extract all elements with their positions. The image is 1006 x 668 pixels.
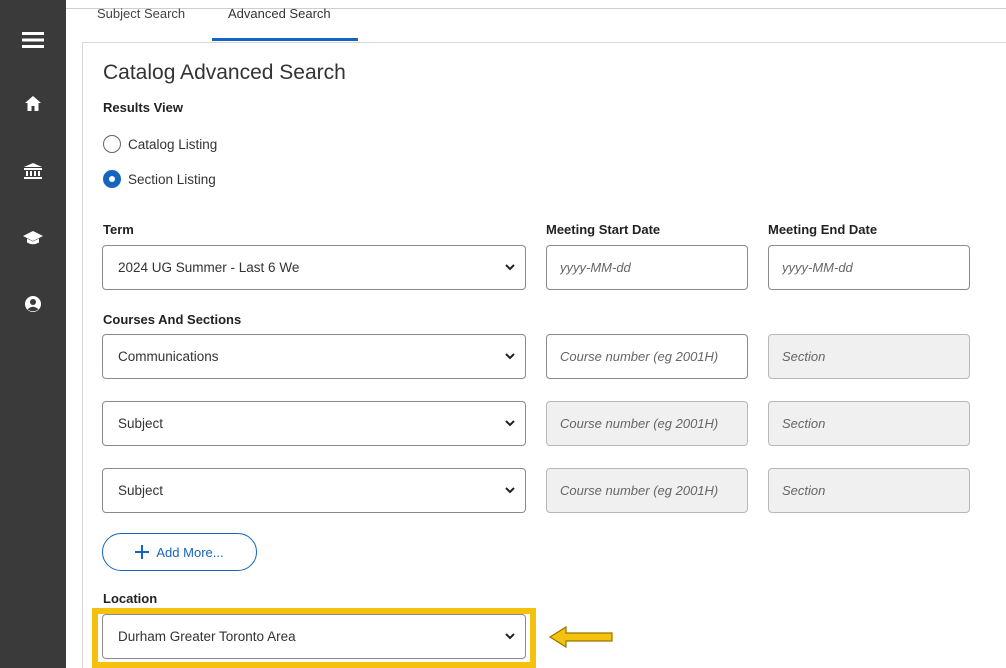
home-icon: [25, 96, 41, 111]
term-select[interactable]: 2024 UG Summer - Last 6 We: [102, 245, 526, 290]
section-listing-radio[interactable]: Section Listing: [103, 170, 216, 188]
subject-select-2[interactable]: Subject: [102, 401, 526, 446]
add-more-label: Add More...: [156, 544, 224, 560]
institution-icon: [24, 163, 42, 179]
meeting-start-label: Meeting Start Date: [546, 222, 661, 237]
graduation-cap-icon: [23, 231, 43, 245]
subject-select-1[interactable]: Communications: [102, 334, 526, 379]
term-value: 2024 UG Summer - Last 6 We: [118, 260, 300, 275]
plus-icon: [135, 545, 150, 559]
left-arrow-icon: [548, 625, 613, 649]
subject-select-3[interactable]: Subject: [102, 468, 526, 513]
meeting-start-date-input[interactable]: [546, 245, 748, 290]
subject-value: Subject: [118, 416, 164, 431]
chevron-down-icon: [505, 487, 515, 494]
section-input-1: [768, 334, 970, 379]
results-view-label: Results View: [103, 100, 183, 115]
course-number-input-3: [546, 468, 748, 513]
section-input-2: [768, 401, 970, 446]
meeting-end-label: Meeting End Date: [768, 222, 878, 237]
menu-button[interactable]: [0, 18, 66, 62]
chevron-down-icon: [505, 420, 515, 427]
subject-value: Subject: [118, 483, 164, 498]
academics-button[interactable]: [0, 216, 66, 260]
section-input-3: [768, 468, 970, 513]
catalog-listing-radio[interactable]: Catalog Listing: [103, 135, 217, 153]
subject-value: Communications: [118, 349, 219, 364]
radio-checked-icon[interactable]: [103, 170, 121, 188]
tab-advanced-search[interactable]: Advanced Search: [228, 0, 331, 42]
chevron-down-icon: [505, 353, 515, 360]
meeting-end-date-input[interactable]: [768, 245, 970, 290]
highlight-box: [92, 608, 536, 668]
sidebar: [0, 0, 66, 668]
user-circle-icon: [25, 296, 41, 312]
profile-button[interactable]: [0, 282, 66, 326]
course-number-input-2: [546, 401, 748, 446]
course-number-input-1[interactable]: [546, 334, 748, 379]
chevron-down-icon: [505, 264, 515, 271]
radio-unchecked-icon[interactable]: [103, 135, 121, 153]
term-label: Term: [103, 222, 134, 237]
menu-icon: [22, 32, 44, 48]
active-tab-indicator: [212, 38, 358, 41]
page-title: Catalog Advanced Search: [103, 61, 346, 84]
courses-sections-label: Courses And Sections: [103, 312, 242, 327]
home-button[interactable]: [0, 82, 66, 126]
add-more-button[interactable]: Add More...: [102, 533, 257, 571]
catalog-listing-label: Catalog Listing: [128, 136, 218, 152]
institution-button[interactable]: [0, 149, 66, 193]
location-label: Location: [103, 591, 158, 606]
section-listing-label: Section Listing: [128, 171, 216, 187]
tab-subject-search[interactable]: Subject Search: [97, 0, 185, 42]
